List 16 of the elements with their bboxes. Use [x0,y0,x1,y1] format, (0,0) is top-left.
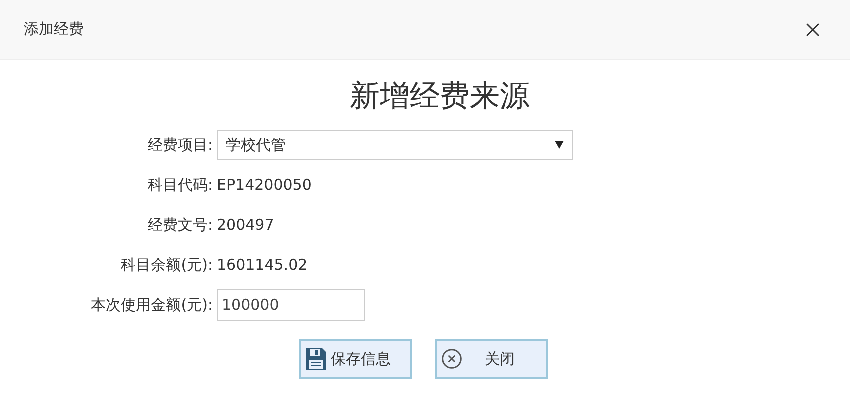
field-label: 本次使用金额(元): [90,294,214,316]
dialog-title: 添加经费 [24,19,84,40]
field-label: 科目代码: [146,174,214,196]
close-button[interactable]: 关闭 [435,339,548,379]
dropdown-arrow-icon [555,141,564,149]
field-value: 200497 [217,214,274,236]
project-select[interactable]: 学校代管 [217,130,573,160]
field-label: 科目余额(元): [120,254,214,276]
field-label: 经费文号: [146,214,214,236]
field-label: 经费项目: [146,134,214,156]
close-circle-icon [441,348,463,370]
form-heading: 新增经费来源 [350,78,530,116]
field-value: 1601145.02 [217,254,308,276]
amount-input[interactable]: 100000 [217,289,365,321]
save-button[interactable]: 保存信息 [299,339,412,379]
field-value: EP14200050 [217,174,312,196]
